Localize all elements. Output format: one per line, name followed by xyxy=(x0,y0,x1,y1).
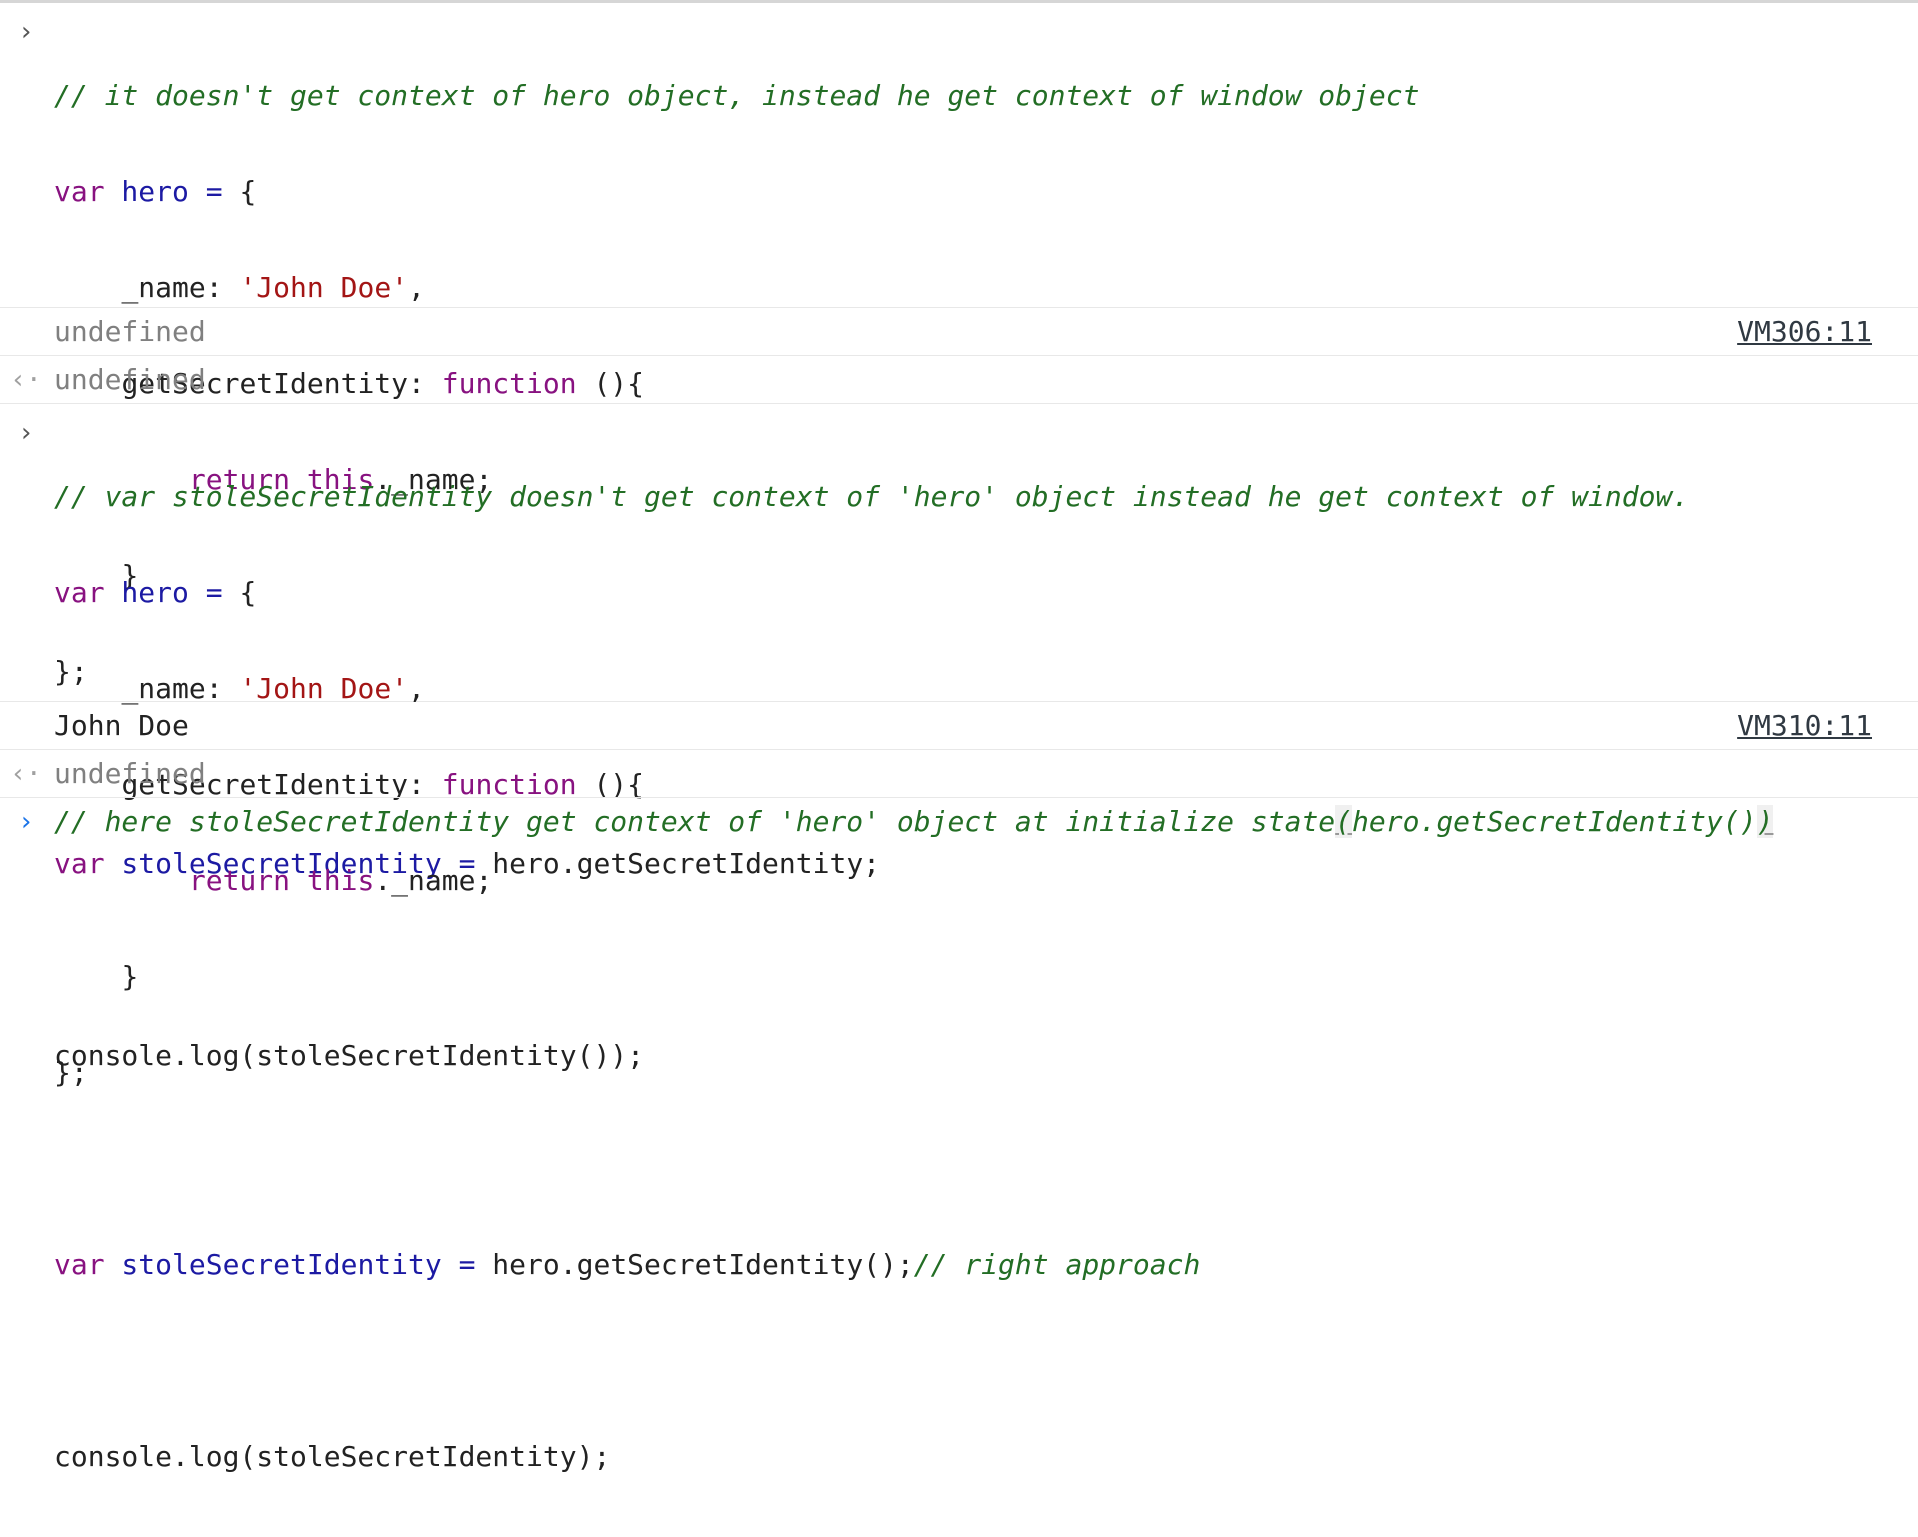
code-variable: hero xyxy=(104,175,189,208)
result-value: undefined xyxy=(54,757,206,790)
code-text: { xyxy=(222,175,257,208)
code-text: console.log(stoleSecretIdentity); xyxy=(54,1440,611,1473)
code-text: ._name; xyxy=(374,864,493,897)
console-log-message: John Doe VM310:11 xyxy=(0,702,1918,750)
result-arrow-icon: ‹· xyxy=(10,759,42,789)
code-keyword: var xyxy=(54,175,105,208)
console-prompt-input[interactable]: // here stoleSecretIdentity get context … xyxy=(0,798,1918,846)
code-operator: = xyxy=(441,1248,476,1281)
console-result: ‹· undefined xyxy=(0,356,1918,404)
prompt-comment-text: // here stoleSecretIdentity get context … xyxy=(54,805,1336,838)
matched-bracket-open: ( xyxy=(1335,805,1353,838)
code-text: , xyxy=(408,672,425,705)
code-comment: // it doesn't get context of hero object… xyxy=(54,79,1420,112)
source-location-link[interactable]: VM310:11 xyxy=(1737,702,1872,750)
code-property: _name: xyxy=(121,672,240,705)
code-keyword: var xyxy=(54,1248,105,1281)
console-messages[interactable]: › // it doesn't get context of hero obje… xyxy=(0,3,1918,1473)
console-prompt[interactable]: › // here stoleSecretIdentity get contex… xyxy=(0,798,1918,846)
code-property: _name: xyxy=(121,271,240,304)
chevron-right-icon: › xyxy=(18,17,34,47)
code-text: hero.getSecretIdentity(); xyxy=(475,1248,914,1281)
log-message-text: undefined xyxy=(54,315,206,348)
code-keyword: var xyxy=(54,576,105,609)
code-variable: stoleSecretIdentity xyxy=(104,1248,442,1281)
code-comment: // var stoleSecretIdentity doesn't get c… xyxy=(54,480,1690,513)
log-message-text: John Doe xyxy=(54,709,189,742)
code-operator: = xyxy=(188,576,223,609)
console-result: ‹· undefined xyxy=(0,750,1918,798)
chevron-right-icon: › xyxy=(18,807,34,837)
code-operator: = xyxy=(188,175,223,208)
chevron-right-icon: › xyxy=(18,418,34,448)
console-input-entry[interactable]: › // it doesn't get context of hero obje… xyxy=(0,3,1918,1072)
code-text: { xyxy=(222,576,257,609)
code-keyword: this xyxy=(290,864,375,897)
code-comment: // right approach xyxy=(913,1248,1201,1281)
code-keyword: return xyxy=(188,864,291,897)
code-variable: hero xyxy=(104,576,189,609)
console-input-entry[interactable]: › // var stoleSecretIdentity doesn't get… xyxy=(0,404,1918,1473)
code-text: , xyxy=(408,271,425,304)
matched-bracket-close: ) xyxy=(1756,805,1774,838)
code-string: 'John Doe' xyxy=(239,271,409,304)
code-string: 'John Doe' xyxy=(239,672,409,705)
prompt-comment-text: hero.getSecretIdentity() xyxy=(1352,805,1757,838)
source-location-link[interactable]: VM306:11 xyxy=(1737,308,1872,356)
result-value: undefined xyxy=(54,363,206,396)
result-arrow-icon: ‹· xyxy=(10,365,42,395)
code-text: } xyxy=(121,960,139,993)
code-text: }; xyxy=(54,1056,88,1089)
code-block: // var stoleSecretIdentity doesn't get c… xyxy=(0,417,1918,1537)
console-log-message: undefined VM306:11 xyxy=(0,308,1918,356)
